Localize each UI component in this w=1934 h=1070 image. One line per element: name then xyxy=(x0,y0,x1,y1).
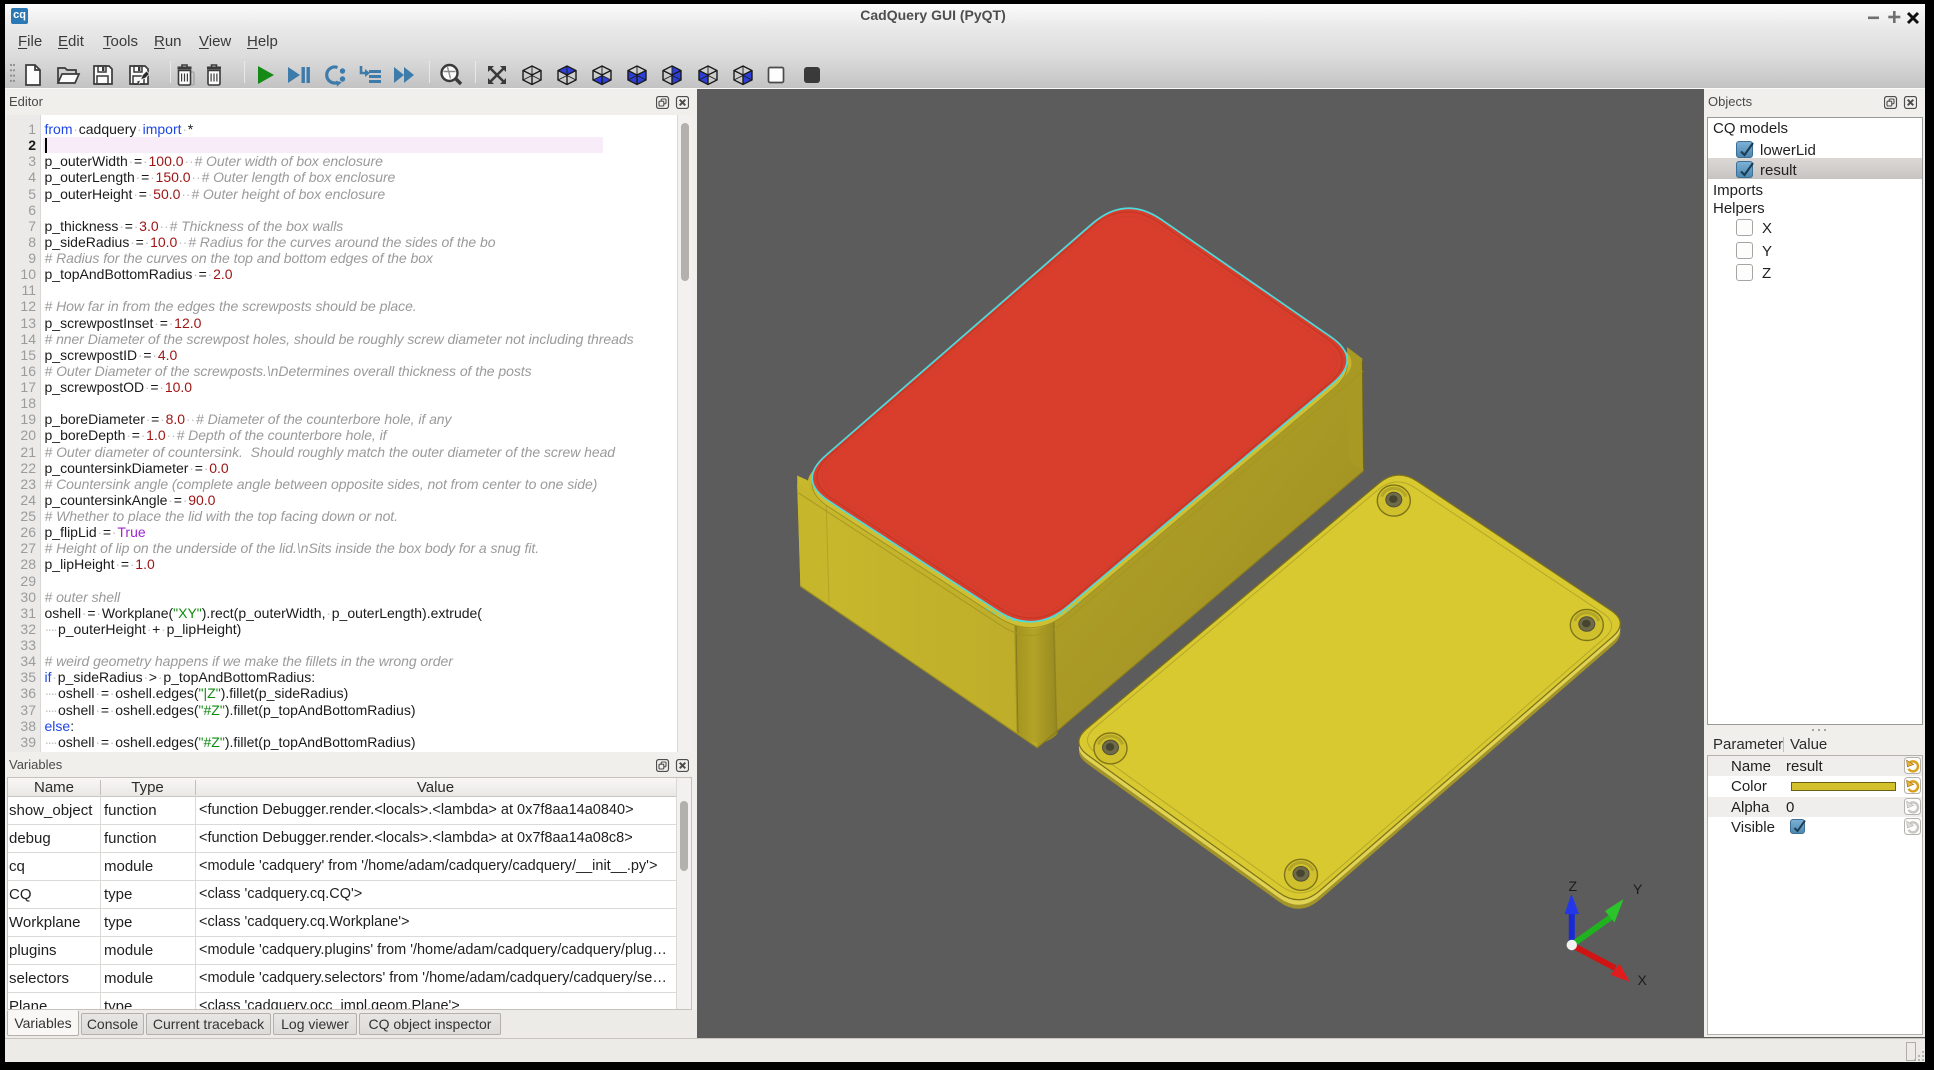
svg-text:Z: Z xyxy=(1569,878,1578,894)
svg-text:X: X xyxy=(1638,972,1648,988)
svg-text:Y: Y xyxy=(1633,881,1643,897)
